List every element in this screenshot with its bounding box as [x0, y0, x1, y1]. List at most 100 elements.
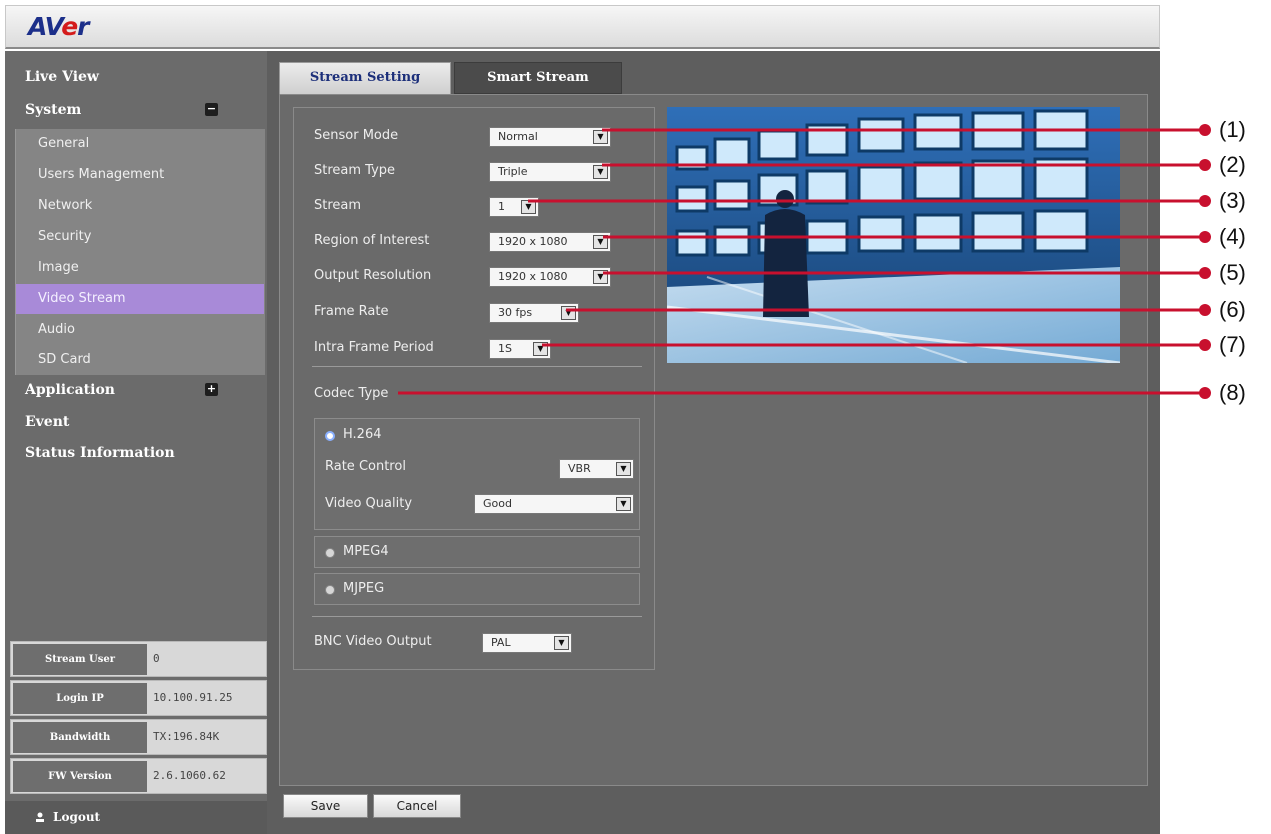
sidebar-item-image[interactable]: Image — [16, 253, 264, 283]
nav-system[interactable]: System − — [5, 95, 267, 125]
sensor-mode-label: Sensor Mode — [314, 128, 399, 143]
nav-status-information[interactable]: Status Information — [5, 438, 267, 468]
callout-dot-1 — [1199, 124, 1211, 136]
info-row-login-ip: Login IP 10.100.91.25 — [10, 680, 267, 716]
callout-dot-4 — [1199, 231, 1211, 243]
bnc-video-output-select[interactable]: PAL ▼ — [482, 633, 572, 653]
nav-live-view[interactable]: Live View — [5, 62, 267, 92]
callout-dot-7 — [1199, 339, 1211, 351]
callout-dot-2 — [1199, 159, 1211, 171]
info-value: 10.100.91.25 — [153, 691, 233, 704]
h264-radio[interactable] — [325, 431, 335, 441]
info-row-fw-version: FW Version 2.6.1060.62 — [10, 758, 267, 794]
system-submenu: General Users Management Network Securit… — [15, 129, 265, 375]
select-value: PAL — [491, 636, 511, 649]
select-value: 30 fps — [498, 306, 533, 319]
dropdown-arrow-icon: ▼ — [561, 306, 576, 320]
intra-frame-period-select[interactable]: 1S ▼ — [489, 339, 551, 359]
save-button[interactable]: Save — [283, 794, 368, 818]
callout-label-5: (5) — [1219, 260, 1246, 285]
dropdown-arrow-icon: ▼ — [593, 165, 608, 179]
mjpeg-radio[interactable] — [325, 585, 335, 595]
expand-icon[interactable]: + — [205, 383, 218, 396]
tab-stream-setting[interactable]: Stream Setting — [279, 62, 451, 94]
select-value: VBR — [568, 462, 591, 475]
divider — [312, 616, 642, 617]
callout-dot-5 — [1199, 267, 1211, 279]
output-resolution-label: Output Resolution — [314, 268, 432, 283]
divider — [312, 366, 642, 367]
select-value: 1S — [498, 342, 512, 355]
mpeg4-radio[interactable] — [325, 548, 335, 558]
dropdown-arrow-icon: ▼ — [554, 636, 569, 650]
stream-label: Stream — [314, 198, 362, 213]
h264-label: H.264 — [343, 427, 382, 442]
status-info-box: Stream User 0 Login IP 10.100.91.25 Band… — [10, 639, 267, 801]
nav-application-label: Application — [25, 382, 115, 398]
collapse-icon[interactable]: − — [205, 103, 218, 116]
sidebar: Live View System − General Users Managem… — [5, 51, 267, 834]
sidebar-item-sd-card[interactable]: SD Card — [16, 345, 264, 375]
header-bar: AVer — [5, 5, 1160, 49]
info-value: 2.6.1060.62 — [153, 769, 226, 782]
sidebar-item-video-stream[interactable]: Video Stream — [16, 284, 264, 314]
mjpeg-label: MJPEG — [343, 581, 385, 596]
stream-type-select[interactable]: Triple ▼ — [489, 162, 611, 182]
stream-select[interactable]: 1 ▼ — [489, 197, 539, 217]
callout-label-7: (7) — [1219, 332, 1246, 357]
logout-label: Logout — [53, 810, 101, 824]
logout-button[interactable]: Logout — [5, 801, 267, 834]
callout-label-1: (1) — [1219, 117, 1246, 142]
mpeg4-label: MPEG4 — [343, 544, 389, 559]
callout-dot-8 — [1199, 387, 1211, 399]
info-row-stream-user: Stream User 0 — [10, 641, 267, 677]
sidebar-item-security[interactable]: Security — [16, 222, 264, 252]
select-value: 1920 x 1080 — [498, 235, 568, 248]
intra-frame-period-label: Intra Frame Period — [314, 340, 434, 355]
info-label: FW Version — [13, 761, 147, 792]
region-of-interest-label: Region of Interest — [314, 233, 430, 248]
video-quality-label: Video Quality — [325, 496, 413, 511]
app-window: AVer Live View System − General Users Ma… — [0, 0, 1160, 834]
info-value: 0 — [153, 652, 160, 665]
callout-label-3: (3) — [1219, 188, 1246, 213]
frame-rate-select[interactable]: 30 fps ▼ — [489, 303, 579, 323]
mjpeg-group: MJPEG — [314, 573, 640, 605]
region-of-interest-select[interactable]: 1920 x 1080 ▼ — [489, 232, 611, 252]
info-label: Bandwidth — [13, 722, 147, 753]
callout-label-2: (2) — [1219, 152, 1246, 177]
output-resolution-select[interactable]: 1920 x 1080 ▼ — [489, 267, 611, 287]
callout-dot-6 — [1199, 304, 1211, 316]
select-value: 1 — [498, 200, 505, 213]
dropdown-arrow-icon: ▼ — [533, 342, 548, 356]
nav-event[interactable]: Event — [5, 407, 267, 437]
mpeg4-group: MPEG4 — [314, 536, 640, 568]
sidebar-item-users-management[interactable]: Users Management — [16, 160, 264, 190]
rate-control-select[interactable]: VBR ▼ — [559, 459, 634, 479]
nav-application[interactable]: Application + — [5, 375, 267, 405]
info-label: Stream User — [13, 644, 147, 675]
sidebar-item-general[interactable]: General — [16, 129, 264, 159]
callout-dot-3 — [1199, 195, 1211, 207]
sidebar-item-audio[interactable]: Audio — [16, 315, 264, 345]
dropdown-arrow-icon: ▼ — [593, 270, 608, 284]
cancel-button[interactable]: Cancel — [373, 794, 461, 818]
aver-logo: AVer — [28, 12, 90, 41]
user-icon — [36, 812, 44, 822]
info-value: TX:196.84K — [153, 730, 220, 743]
video-preview — [667, 107, 1120, 363]
video-quality-select[interactable]: Good ▼ — [474, 494, 634, 514]
sensor-mode-select[interactable]: Normal ▼ — [489, 127, 611, 147]
bnc-video-output-label: BNC Video Output — [314, 634, 432, 649]
select-value: Normal — [498, 130, 538, 143]
dropdown-arrow-icon: ▼ — [616, 497, 631, 511]
nav-system-label: System — [25, 102, 82, 118]
info-label: Login IP — [13, 683, 147, 714]
sidebar-item-network[interactable]: Network — [16, 191, 264, 221]
dropdown-arrow-icon: ▼ — [616, 462, 631, 476]
tab-smart-stream[interactable]: Smart Stream — [454, 62, 622, 94]
stream-type-label: Stream Type — [314, 163, 396, 178]
callout-label-4: (4) — [1219, 224, 1246, 249]
frame-rate-label: Frame Rate — [314, 304, 389, 319]
select-value: 1920 x 1080 — [498, 270, 568, 283]
